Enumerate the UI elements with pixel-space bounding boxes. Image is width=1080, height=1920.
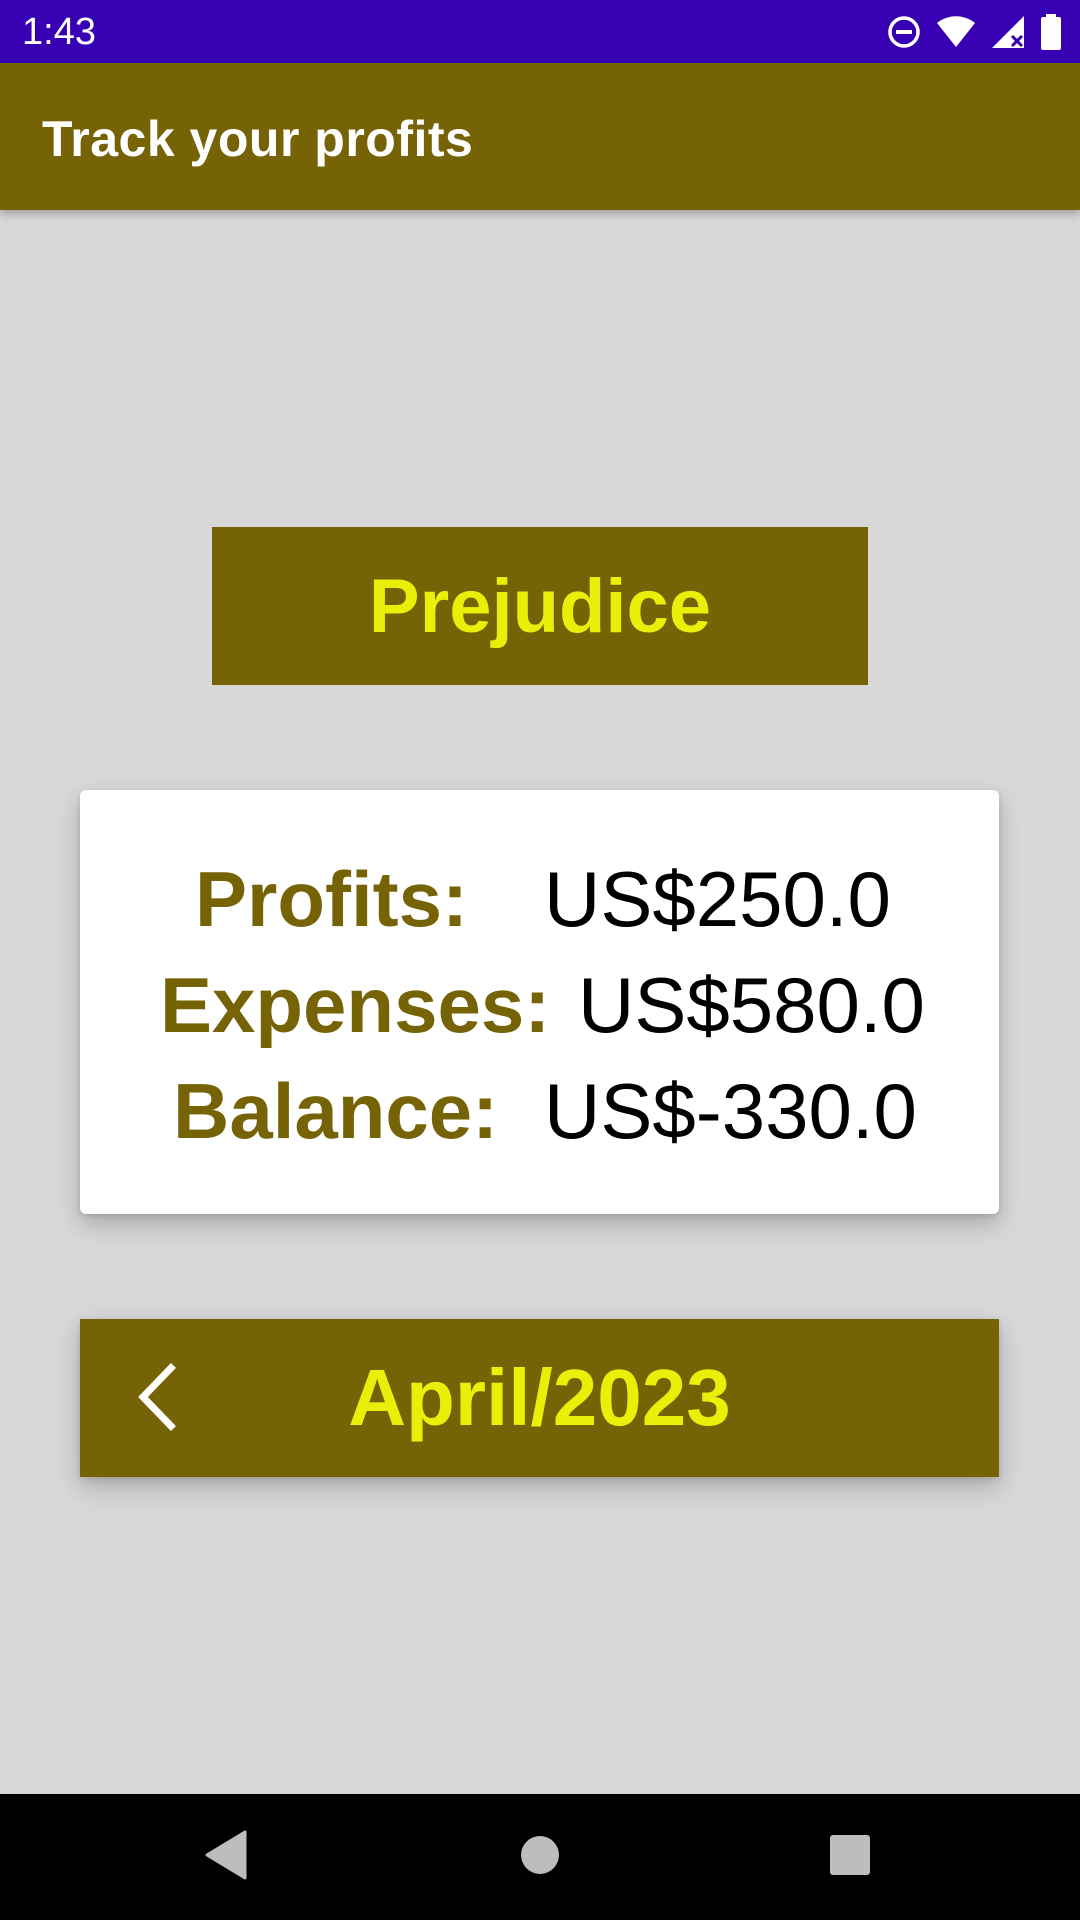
summary-card: Profits: US$250.0 Expenses: US$580.0 Bal… bbox=[80, 790, 999, 1214]
home-icon bbox=[518, 1833, 562, 1882]
back-icon bbox=[203, 1830, 247, 1885]
navigation-bar bbox=[0, 1794, 1080, 1920]
month-navigator: April/2023 bbox=[80, 1319, 999, 1477]
cell-signal-icon bbox=[990, 14, 1026, 50]
app-bar: Track your profits bbox=[0, 63, 1080, 210]
battery-icon bbox=[1040, 14, 1062, 50]
recents-button[interactable] bbox=[817, 1824, 883, 1890]
category-button[interactable]: Prejudice bbox=[212, 527, 868, 685]
profits-label: Profits: bbox=[195, 855, 468, 943]
expenses-value: US$580.0 bbox=[578, 961, 925, 1049]
status-icons bbox=[886, 12, 1062, 52]
status-bar: 1:43 bbox=[0, 0, 1080, 63]
previous-month-button[interactable] bbox=[106, 1349, 206, 1449]
wifi-icon bbox=[936, 15, 976, 49]
do-not-disturb-icon bbox=[886, 14, 922, 50]
balance-value: US$-330.0 bbox=[544, 1067, 917, 1155]
chevron-left-icon bbox=[131, 1362, 181, 1437]
profits-row: Profits: US$250.0 bbox=[80, 846, 999, 952]
status-time: 1:43 bbox=[22, 11, 96, 53]
profits-value: US$250.0 bbox=[544, 855, 891, 943]
balance-row: Balance: US$-330.0 bbox=[80, 1058, 999, 1164]
balance-label: Balance: bbox=[173, 1067, 499, 1155]
app-title: Track your profits bbox=[42, 111, 474, 167]
expenses-row: Expenses: US$580.0 bbox=[80, 952, 999, 1058]
back-button[interactable] bbox=[192, 1824, 258, 1890]
recents-icon bbox=[829, 1834, 871, 1881]
month-label: April/2023 bbox=[348, 1353, 731, 1442]
home-button[interactable] bbox=[507, 1824, 573, 1890]
expenses-label: Expenses: bbox=[160, 961, 551, 1049]
